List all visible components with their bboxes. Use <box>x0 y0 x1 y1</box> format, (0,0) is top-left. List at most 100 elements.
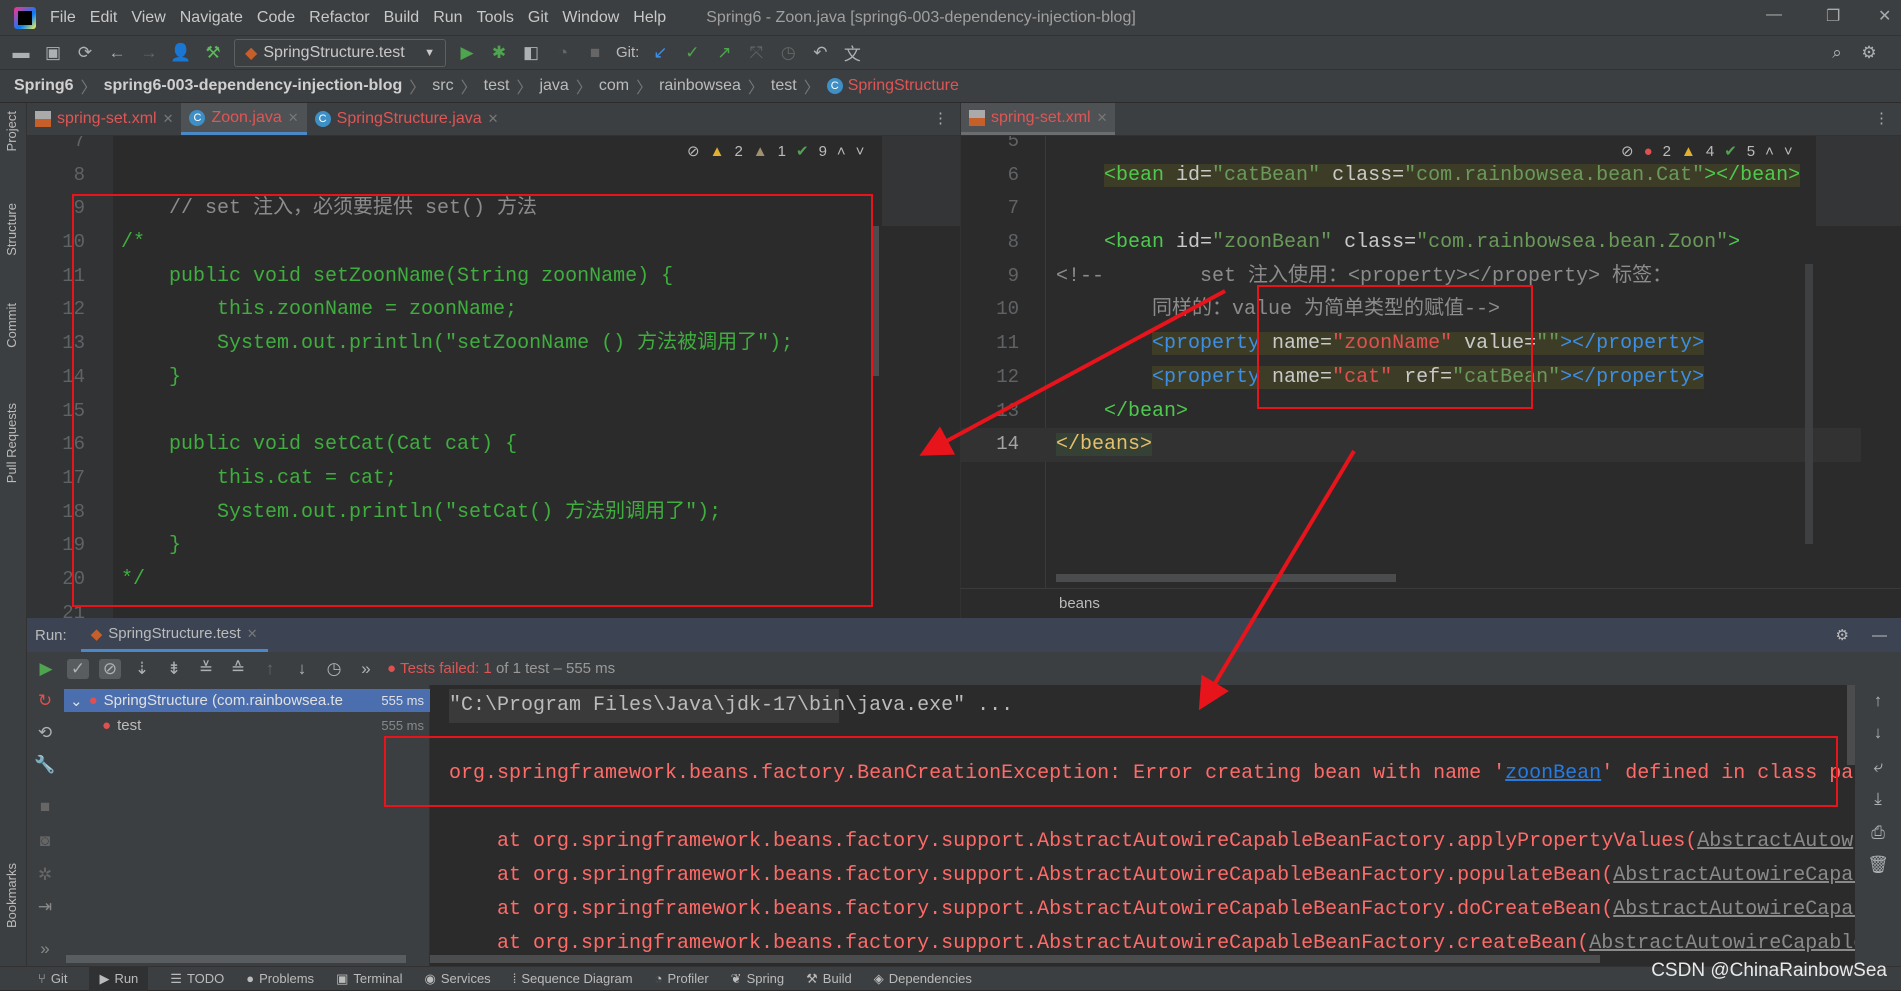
breadcrumb-item[interactable]: java <box>539 77 568 95</box>
menu-help[interactable]: Help <box>633 9 666 27</box>
show-ignored-icon[interactable]: ⊘ <box>99 658 121 679</box>
tool-tab-problems[interactable]: ● Problems <box>246 971 314 986</box>
code-line[interactable]: 13 </bean> <box>961 395 1861 429</box>
horizontal-scrollbar[interactable] <box>66 955 406 963</box>
menu-window[interactable]: Window <box>562 9 619 27</box>
code-line[interactable]: 8 <bean id="zoonBean" class="com.rainbow… <box>961 226 1861 260</box>
code-line[interactable]: 9 // set 注入，必须要提供 set() 方法 <box>27 192 887 226</box>
close-tab-icon[interactable]: ✕ <box>1097 110 1108 126</box>
code-line[interactable]: 12 this.zoonName = zoonName; <box>27 293 887 327</box>
menu-view[interactable]: View <box>131 9 165 27</box>
vertical-scrollbar[interactable] <box>1847 685 1855 765</box>
close-tab-icon[interactable]: ✕ <box>163 111 174 127</box>
close-icon[interactable]: ✕ <box>1878 6 1891 26</box>
git-merge-icon[interactable]: ⤧ <box>745 43 767 63</box>
stop-icon[interactable]: ■ <box>34 797 56 817</box>
close-tab-icon[interactable]: ✕ <box>288 110 299 126</box>
code-line[interactable]: 14 } <box>27 361 887 395</box>
breadcrumb-item[interactable]: SpringStructure <box>848 77 959 95</box>
trash-icon[interactable]: 🗑 <box>1867 855 1889 875</box>
run-icon[interactable]: ▶ <box>456 43 478 63</box>
down-icon[interactable]: ↓ <box>1867 723 1889 743</box>
search-icon[interactable]: ⌕ <box>1826 43 1848 63</box>
code-line[interactable]: 14 </beans> <box>961 428 1861 462</box>
expand-all-icon[interactable]: ≚ <box>195 659 217 679</box>
restore-icon[interactable]: ❐ <box>1826 6 1840 26</box>
xml-breadcrumb-item[interactable]: beans <box>1059 595 1100 612</box>
source-link[interactable]: AbstractAutowireCapable <box>1589 932 1855 955</box>
bookmarks-tool-tab[interactable]: Bookmarks <box>4 863 19 928</box>
menu-git[interactable]: Git <box>528 9 548 27</box>
gear-icon[interactable]: ⚙ <box>1836 626 1849 644</box>
git-update-icon[interactable]: ↙ <box>649 43 671 63</box>
left-code-editor[interactable]: 7 8 9 // set 注入，必须要提供 set() 方法 10 /* 11 publi… <box>27 136 960 618</box>
toggle-auto-test-icon[interactable]: ⟲ <box>34 723 56 743</box>
breadcrumb-item[interactable]: spring6-003-dependency-injection-blog <box>104 77 403 95</box>
save-icon[interactable]: ▣ <box>42 43 64 63</box>
chevron-down-icon[interactable]: ⌄ <box>70 692 83 710</box>
collapse-all-icon[interactable]: ≙ <box>227 659 249 679</box>
menu-edit[interactable]: Edit <box>90 9 118 27</box>
code-line[interactable]: 11 <property name="zoonName" value=""></… <box>961 327 1861 361</box>
show-passed-icon[interactable]: ✓ <box>67 658 89 679</box>
more-tabs-icon[interactable]: ⋮ <box>921 103 960 135</box>
settings-icon[interactable]: ✲ <box>34 865 56 885</box>
breadcrumb-item[interactable]: rainbowsea <box>659 77 741 95</box>
source-link[interactable]: AbstractAutowireCapab <box>1613 864 1855 887</box>
code-line[interactable]: 7 <box>961 192 1861 226</box>
profile-icon[interactable]: ◔ <box>552 43 574 63</box>
tab-spring-set-xml[interactable]: spring-set.xml ✕ <box>27 103 181 135</box>
horizontal-scrollbar[interactable] <box>430 955 1600 963</box>
up-icon[interactable]: ↑ <box>1867 691 1889 711</box>
breadcrumb-item[interactable]: test <box>484 77 510 95</box>
coverage-icon[interactable]: ◧ <box>520 43 542 63</box>
soft-wrap-icon[interactable]: ⤶ <box>1867 757 1889 777</box>
tool-tab-profiler[interactable]: ◔ Profiler <box>655 971 709 986</box>
reader-mode-icon[interactable]: ⊘ <box>1621 142 1634 160</box>
menu-navigate[interactable]: Navigate <box>180 9 243 27</box>
code-line[interactable]: 13 System.out.println("setZoonName () 方法… <box>27 327 887 361</box>
more-icon[interactable]: » <box>34 939 56 959</box>
next-highlight-icon[interactable]: ˅ <box>1784 143 1793 160</box>
code-line[interactable]: 8 <box>27 159 887 193</box>
tab-springstructure-java[interactable]: C SpringStructure.java ✕ <box>307 103 507 135</box>
menu-build[interactable]: Build <box>384 9 420 27</box>
tab-spring-set-xml[interactable]: spring-set.xml ✕ <box>961 103 1116 135</box>
wrench-icon[interactable]: 🔧 <box>34 755 56 775</box>
minimap[interactable] <box>1816 136 1901 226</box>
source-link[interactable]: AbstractAutow <box>1697 830 1853 853</box>
tool-tab-sequence-diagram[interactable]: ⁞ Sequence Diagram <box>513 971 633 986</box>
rollback-icon[interactable]: ↶ <box>809 43 831 63</box>
breadcrumb-item[interactable]: test <box>771 77 797 95</box>
tree-item-springstructure[interactable]: ⌄ ● SpringStructure (com.rainbowsea.te 5… <box>64 689 430 712</box>
exit-icon[interactable]: ⇥ <box>34 897 56 917</box>
tool-tab-todo[interactable]: ☰ TODO <box>170 971 224 987</box>
code-line[interactable]: 10 /* <box>27 226 887 260</box>
pull-requests-tool-tab[interactable]: Pull Requests <box>4 403 19 483</box>
next-failed-icon[interactable]: ↓ <box>291 659 313 679</box>
code-line[interactable]: 11 public void setZoonName(String zoonNa… <box>27 260 887 294</box>
project-tool-tab[interactable]: Project <box>4 111 19 151</box>
scroll-to-end-icon[interactable]: ⤓ <box>1867 789 1889 809</box>
previous-highlight-icon[interactable]: ˄ <box>1765 143 1774 160</box>
hide-icon[interactable]: — <box>1872 627 1887 644</box>
code-line[interactable]: 12 <property name="cat" ref="catBean"></… <box>961 361 1861 395</box>
commit-tool-tab[interactable]: Commit <box>4 303 19 348</box>
console-output[interactable]: "C:\Program Files\Java\jdk-17\bin\java.e… <box>430 685 1855 966</box>
history-icon[interactable]: ◷ <box>777 43 799 63</box>
code-area[interactable]: 56 <bean id="catBean" class="com.rainbow… <box>961 136 1861 462</box>
previous-failed-icon[interactable]: ↑ <box>259 659 281 679</box>
more-tabs-icon[interactable]: ⋮ <box>1862 103 1901 135</box>
minimize-icon[interactable]: — <box>1766 6 1782 24</box>
sync-icon[interactable]: ⟳ <box>74 43 96 63</box>
tool-tab-services[interactable]: ◉ Services <box>424 971 490 987</box>
code-line[interactable]: 18 System.out.println("setCat() 方法别调用了")… <box>27 496 887 530</box>
code-line[interactable]: 20 */ <box>27 563 887 597</box>
bean-link[interactable]: zoonBean <box>1505 762 1601 785</box>
code-line[interactable]: 9 <!-- set 注入使用：<property></property> 标签： <box>961 260 1861 294</box>
git-push-icon[interactable]: ↗ <box>713 43 735 63</box>
menu-tools[interactable]: Tools <box>477 9 514 27</box>
build-hammer-icon[interactable]: ⚒ <box>202 43 224 63</box>
close-tab-icon[interactable]: ✕ <box>247 626 258 642</box>
structure-tool-tab[interactable]: Structure <box>4 203 19 256</box>
